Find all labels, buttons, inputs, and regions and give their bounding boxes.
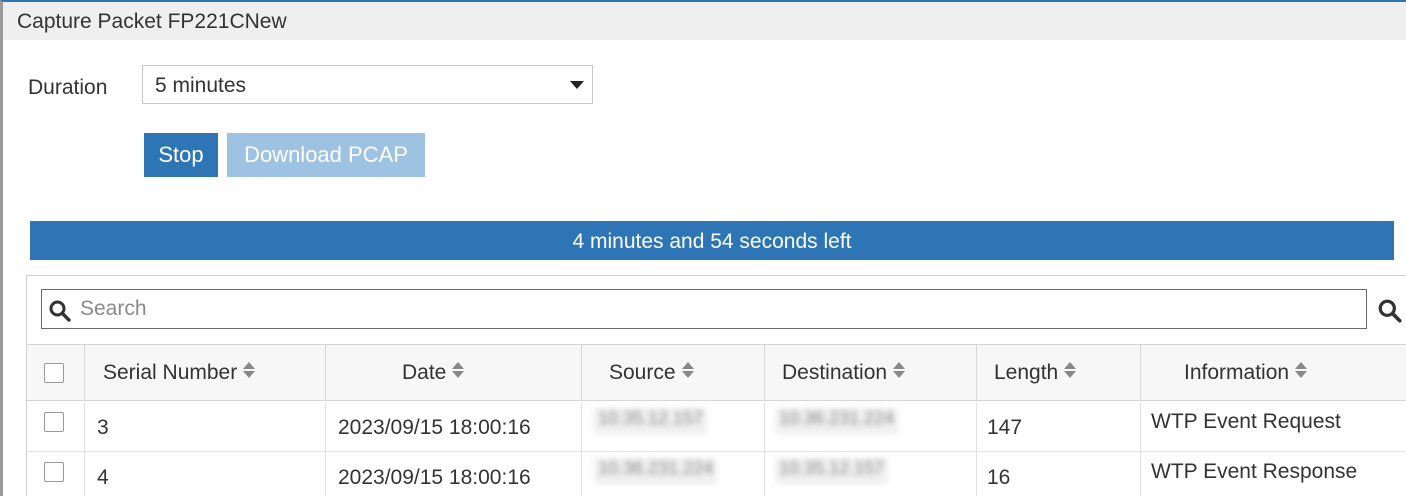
header-destination-label: Destination <box>782 361 888 384</box>
date-value: 2023/09/15 18:00:16 <box>338 416 531 439</box>
sort-icon <box>1295 362 1308 378</box>
search-icon <box>48 299 72 328</box>
source-cell: 10.36.231.224 <box>581 452 764 496</box>
date-cell: 2023/09/15 18:00:16 <box>325 452 581 496</box>
download-pcap-button[interactable]: Download PCAP <box>227 133 425 177</box>
serial-cell: 3 <box>84 402 325 451</box>
serial-number: 4 <box>97 466 109 489</box>
duration-select[interactable]: 5 minutes <box>142 65 593 104</box>
serial-cell: 4 <box>84 452 325 496</box>
serial-number: 3 <box>97 416 109 439</box>
capture-packet-dialog: Capture Packet FP221CNew Duration 5 minu… <box>0 0 1406 496</box>
search-submit-icon[interactable] <box>1377 298 1403 329</box>
length-value: 147 <box>987 416 1023 439</box>
dialog-titlebar: Capture Packet FP221CNew <box>3 2 1406 40</box>
packet-table: Serial Number Date Source Destination Le… <box>26 275 1406 496</box>
header-information[interactable]: Information <box>1140 345 1404 400</box>
header-serial-number-label: Serial Number <box>103 361 238 384</box>
header-date[interactable]: Date <box>325 345 581 400</box>
table-header: Serial Number Date Source Destination Le… <box>27 344 1406 401</box>
dialog-title: Capture Packet FP221CNew <box>17 10 287 33</box>
header-select-cell <box>27 345 84 400</box>
information-cell: WTP Event Response <box>1140 452 1404 496</box>
destination-cell: 10.36.231.224 <box>764 402 976 451</box>
duration-label: Duration <box>28 76 108 99</box>
header-length[interactable]: Length <box>976 345 1140 400</box>
header-source-label: Source <box>609 361 676 384</box>
source-value: 10.35.12.157 <box>594 408 708 434</box>
select-all-checkbox[interactable] <box>44 363 64 383</box>
source-cell: 10.35.12.157 <box>581 402 764 451</box>
source-value: 10.36.231.224 <box>594 458 718 484</box>
row-checkbox[interactable] <box>44 462 64 482</box>
length-cell: 147 <box>976 402 1140 451</box>
row-select-cell <box>27 402 84 451</box>
destination-value: 10.36.231.224 <box>775 408 899 434</box>
header-information-label: Information <box>1184 361 1290 384</box>
length-value: 16 <box>987 466 1011 489</box>
header-destination[interactable]: Destination <box>764 345 976 400</box>
stop-button[interactable]: Stop <box>144 133 218 177</box>
date-value: 2023/09/15 18:00:16 <box>338 466 531 489</box>
header-length-label: Length <box>994 361 1059 384</box>
table-row[interactable]: 3 2023/09/15 18:00:16 10.35.12.157 10.36… <box>27 402 1406 452</box>
destination-cell: 10.35.12.157 <box>764 452 976 496</box>
sort-icon <box>681 362 694 378</box>
sort-icon <box>243 362 256 378</box>
header-serial-number[interactable]: Serial Number <box>84 345 325 400</box>
information-value: WTP Event Request <box>1151 410 1341 433</box>
information-cell: WTP Event Request <box>1140 402 1404 451</box>
length-cell: 16 <box>976 452 1140 496</box>
table-row[interactable]: 4 2023/09/15 18:00:16 10.36.231.224 10.3… <box>27 452 1406 496</box>
sort-icon <box>452 362 465 378</box>
header-date-label: Date <box>402 361 447 384</box>
row-checkbox[interactable] <box>44 412 64 432</box>
date-cell: 2023/09/15 18:00:16 <box>325 402 581 451</box>
search-input[interactable] <box>80 293 1360 325</box>
destination-value: 10.35.12.157 <box>775 458 889 484</box>
caret-down-icon <box>570 81 584 89</box>
header-source[interactable]: Source <box>581 345 764 400</box>
sort-icon <box>893 362 906 378</box>
search-box <box>41 289 1367 329</box>
duration-selected-value: 5 minutes <box>155 74 247 97</box>
progress-text: 4 minutes and 54 seconds left <box>572 230 852 253</box>
row-select-cell <box>27 452 84 496</box>
capture-progress-bar: 4 minutes and 54 seconds left <box>30 221 1394 260</box>
information-value: WTP Event Response <box>1151 460 1358 483</box>
sort-icon <box>1064 362 1077 378</box>
